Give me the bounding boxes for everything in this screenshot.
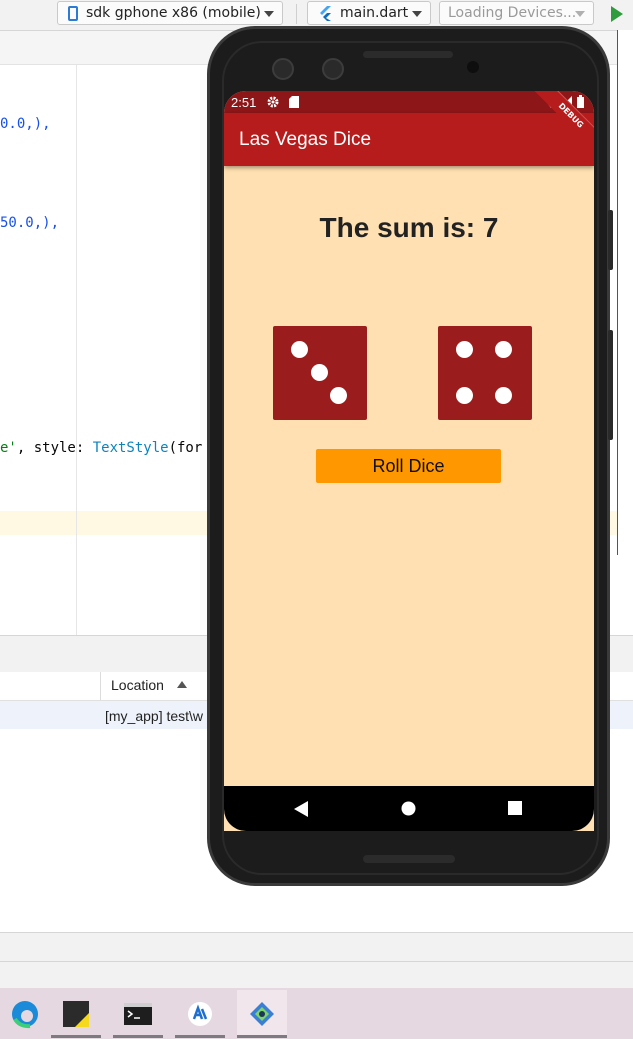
chevron-down-icon [575,11,585,17]
bottom-speaker [363,855,455,863]
chevron-down-icon [264,11,274,17]
device-selector-label: sdk gphone x86 (mobile) [86,5,261,21]
sum-text: The sum is: 7 [319,212,499,243]
status-bar [0,961,633,989]
devices-selector-label: Loading Devices... [448,5,577,21]
app-bar: Las Vegas Dice [224,113,594,166]
code-line: e', style: TextStyle(for [0,440,202,456]
die-pip [495,387,512,404]
android-studio-icon [250,1002,274,1026]
code-class: TextStyle [92,440,169,456]
right-die[interactable] [438,326,532,420]
edge-icon [12,1001,38,1029]
status-time: 2:51 [231,95,257,110]
side-panel-edge [617,30,633,555]
die-pip [495,341,512,358]
phone-icon [68,5,78,21]
sort-ascending-icon [177,681,187,688]
sd-card-icon [289,96,299,108]
toolbar-divider [296,4,297,24]
sticky-notes-icon [63,1001,89,1027]
roll-dice-label: Roll Dice [372,455,445,476]
front-camera [322,58,344,80]
run-config-selector[interactable]: main.dart [307,1,431,25]
terminal-icon [124,1003,152,1025]
home-icon[interactable] [401,801,416,816]
chevron-down-icon [412,11,422,17]
code-text: 0.0,), [0,116,51,132]
android-navigation-bar [224,786,594,831]
running-indicator [237,1035,287,1038]
run-icon[interactable] [611,6,623,22]
app-title: Las Vegas Dice [239,129,372,150]
die-pip [456,341,473,358]
editor-gutter-line [76,65,77,635]
gear-icon [267,96,279,108]
code-line: 0.0,), [0,116,51,132]
code-text: 50.0,), [0,215,60,231]
power-button[interactable] [608,330,613,440]
left-die[interactable] [273,326,367,420]
code-string: e' [0,440,17,456]
code-line: 50.0,), [0,215,59,231]
die-pip [291,341,308,358]
code-text: (for [168,440,203,456]
die-pip [311,364,328,381]
running-indicator [175,1035,225,1038]
column-divider[interactable] [100,672,101,700]
front-camera [272,58,294,80]
location-cell[interactable]: [my_app] test\w [105,708,203,724]
device-selector[interactable]: sdk gphone x86 (mobile) [57,1,283,25]
proximity-sensor [467,61,479,73]
code-text: , style: [16,440,93,456]
android-studio-taskbar-button[interactable] [237,990,287,1038]
roll-dice-button[interactable]: Roll Dice [316,449,501,483]
terminal-taskbar-button[interactable] [113,990,163,1038]
running-indicator [51,1035,101,1038]
devices-selector[interactable]: Loading Devices... [439,1,594,25]
earpiece-speaker [363,51,453,58]
battery-icon [577,95,584,108]
volume-button[interactable] [608,210,613,270]
die-pip [330,387,347,404]
phone-screen: 2:51 Las Vegas Dice DEBUG The sum is: 7 … [224,91,594,831]
running-indicator [113,1035,163,1038]
die-pip [456,387,473,404]
app-taskbar-button[interactable] [175,990,225,1038]
recents-icon[interactable] [508,801,522,815]
flutter-icon [318,5,334,21]
location-column-header[interactable]: Location [111,677,164,693]
edge-taskbar-button[interactable] [0,990,50,1038]
back-icon[interactable] [294,801,308,817]
status-strip [0,932,633,961]
run-config-label: main.dart [340,5,409,21]
sticky-notes-taskbar-button[interactable] [51,990,101,1038]
app-icon [188,1002,212,1026]
